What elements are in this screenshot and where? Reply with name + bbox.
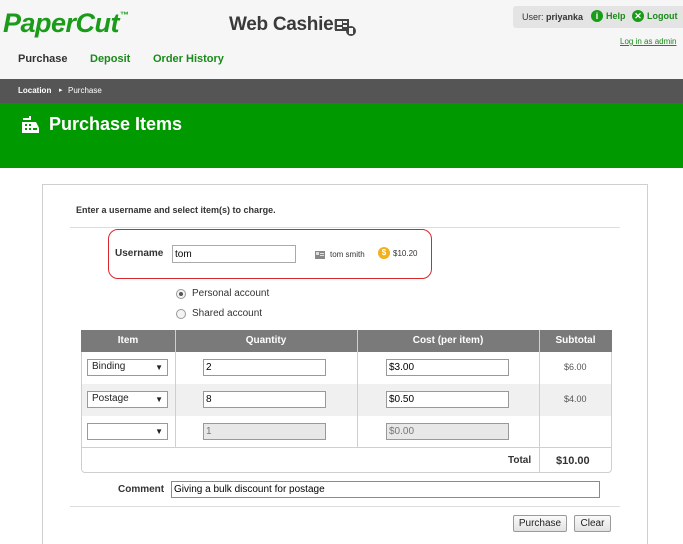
quantity-input[interactable] xyxy=(203,359,326,376)
column-divider xyxy=(357,330,358,447)
dropdown-arrow-icon: ▼ xyxy=(155,427,163,436)
user-fullname: tom smith xyxy=(330,250,365,259)
comment-label: Comment xyxy=(118,484,165,495)
breadcrumb: Location ▸ Purchase xyxy=(0,79,683,103)
quantity-input[interactable] xyxy=(203,423,326,440)
user-card-icon xyxy=(315,251,325,259)
item-select[interactable]: ▼ xyxy=(87,423,168,440)
subtotal-value: $4.00 xyxy=(564,394,587,404)
purchase-button[interactable]: Purchase xyxy=(513,515,567,532)
breadcrumb-purchase: Purchase xyxy=(68,86,102,95)
cost-input[interactable] xyxy=(386,391,509,408)
close-icon: ✕ xyxy=(632,10,644,22)
cash-register-icon xyxy=(335,19,356,36)
user-balance: $10.20 xyxy=(393,249,418,258)
row-divider xyxy=(82,447,611,448)
total-value: $10.00 xyxy=(556,455,590,467)
comment-input[interactable] xyxy=(171,481,600,498)
chevron-right-icon: ▸ xyxy=(59,87,63,94)
logo-text: PaperCut xyxy=(3,8,120,38)
nav-deposit[interactable]: Deposit xyxy=(90,53,130,65)
radio-unselected-icon xyxy=(176,308,186,319)
login-as-admin-link[interactable]: Log in as admin xyxy=(620,37,676,46)
cost-input[interactable] xyxy=(386,423,509,440)
user-bar: User: priyanka i Help ✕ Logout xyxy=(513,6,683,28)
cost-input[interactable] xyxy=(386,359,509,376)
papercut-logo[interactable]: PaperCut™ xyxy=(3,8,129,39)
intro-text: Enter a username and select item(s) to c… xyxy=(76,205,276,215)
app-title: Web Cashier xyxy=(229,14,341,35)
logo-trademark: ™ xyxy=(120,10,129,20)
divider xyxy=(70,227,620,228)
info-icon: i xyxy=(591,10,603,22)
header: PaperCut™ Web Cashier User: priyanka i He… xyxy=(0,0,683,79)
page-banner: Purchase Items xyxy=(0,103,683,168)
subtotal-value: $6.00 xyxy=(564,362,587,372)
current-user: User: priyanka xyxy=(522,12,584,22)
personal-account-radio[interactable]: Personal account xyxy=(176,288,269,299)
user-name: priyanka xyxy=(546,12,584,22)
column-divider xyxy=(539,330,540,473)
header-item: Item xyxy=(117,335,139,346)
quantity-input[interactable] xyxy=(203,391,326,408)
nav-order-history[interactable]: Order History xyxy=(153,53,224,65)
help-link[interactable]: i Help xyxy=(591,10,626,22)
logout-link[interactable]: ✕ Logout xyxy=(632,10,678,22)
total-label: Total xyxy=(508,455,532,466)
items-table-header: Item Quantity Cost (per item) Subtotal xyxy=(81,330,612,352)
item-select[interactable]: Postage ▼ xyxy=(87,391,168,408)
radio-selected-icon xyxy=(176,288,186,299)
header-subtotal: Subtotal xyxy=(555,335,596,346)
divider xyxy=(70,506,620,507)
item-select[interactable]: Binding ▼ xyxy=(87,359,168,376)
page-title: Purchase Items xyxy=(49,114,183,134)
cash-register-icon xyxy=(22,116,39,133)
header-quantity: Quantity xyxy=(245,335,287,346)
dropdown-arrow-icon: ▼ xyxy=(155,395,163,404)
username-label: Username xyxy=(115,248,164,259)
username-input[interactable] xyxy=(172,245,296,263)
balance-coin-icon: $ xyxy=(378,247,390,259)
shared-account-radio[interactable]: Shared account xyxy=(176,308,262,319)
clear-button[interactable]: Clear xyxy=(574,515,611,532)
column-divider xyxy=(175,330,176,447)
dropdown-arrow-icon: ▼ xyxy=(155,363,163,372)
header-cost: Cost (per item) xyxy=(412,335,484,346)
nav-purchase[interactable]: Purchase xyxy=(18,53,68,65)
breadcrumb-location[interactable]: Location xyxy=(18,86,51,95)
